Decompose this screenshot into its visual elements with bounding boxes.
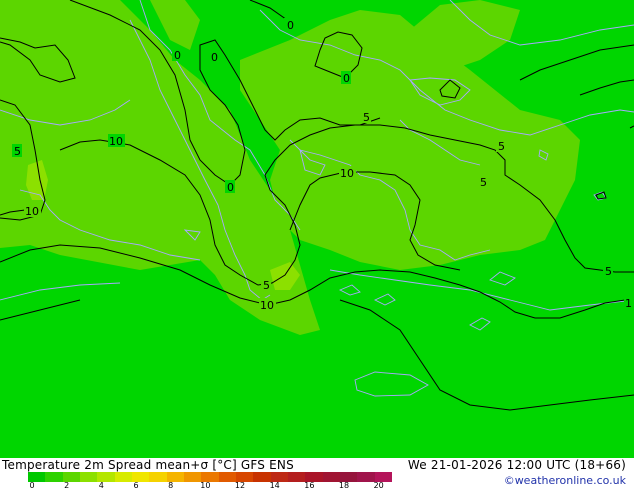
contour-label-10: 10 [108,134,125,148]
color-scale-tick-label: 18 [338,481,350,490]
contour-label-text: 5 [480,176,487,189]
contour-label-text: 1 [625,297,632,310]
color-scale-cell [322,472,340,482]
contour-label-text: 0 [287,19,294,32]
contour-label-text: 10 [260,299,274,312]
contour-label-5: 5 [12,144,22,158]
color-scale-tick-label: 2 [64,481,70,490]
contour-label-text: 5 [498,140,505,153]
contour-label-text: 0 [211,51,218,64]
contour-label-0: 0 [284,18,294,32]
color-scale-cell [218,472,236,482]
color-scale-cell [45,472,63,482]
forecast-datetime: We 21-01-2026 12:00 UTC (18+66) [407,458,626,472]
color-scale-tick-label: 16 [304,481,315,490]
map-title: Temperature 2m Spread mean+σ [°C] GFS EN… [2,458,294,472]
color-scale-tick-label: 12 [234,481,246,490]
credit-link[interactable]: ©weatheronline.co.uk [504,474,626,487]
contour-label-text: 0 [174,49,181,62]
color-scale-cell [149,472,167,482]
contour-label-0: 0 [225,180,235,194]
contour-label-text: 10 [109,135,123,148]
contour-label-text: 10 [25,205,39,218]
color-scale-cell [287,472,306,482]
contour-label-10: 10 [259,298,276,312]
contour-label-text: 5 [263,279,270,292]
contour-label-0: 0 [209,50,219,64]
contour-label-5: 5 [261,278,271,292]
color-scale-cell [253,472,271,482]
contour-label-text: 5 [14,145,21,158]
color-scale-tick-label: 8 [168,481,174,490]
contour-label-10: 10 [24,204,41,218]
color-scale-tick-label: 14 [269,481,280,490]
color-scale-tick-label: 20 [373,481,384,490]
weather-map: 0 0 0 0 0 5 5 5 5 5 5 10 10 10 10 1 [0,0,634,458]
contour-label-10: 10 [339,166,356,180]
color-scale-tick-label: 10 [200,481,211,490]
contour-label-0: 0 [341,71,351,85]
color-scale-tick-label: 0 [29,481,35,490]
contour-label-5: 5 [603,264,613,278]
color-scale-cell [114,472,132,482]
color-scale-cell [79,472,98,482]
color-scale-cell [357,472,375,482]
contour-label-5: 5 [361,110,371,124]
contour-label-text: 0 [227,181,234,194]
map-footer: Temperature 2m Spread mean+σ [°C] GFS EN… [0,458,634,490]
contour-label-5: 5 [496,139,506,153]
color-scale-tick-label: 6 [133,481,139,490]
contour-label-0: 0 [172,48,182,62]
contour-label-text: 5 [605,265,612,278]
contour-label-1: 1 [624,296,634,310]
contour-label-text: 5 [363,111,370,124]
color-scale-tick-label: 4 [98,481,104,490]
contour-label-text: 10 [340,167,354,180]
color-scale-cell [183,472,202,482]
contour-label-text: 0 [343,72,350,85]
contour-label-5: 5 [478,175,488,189]
